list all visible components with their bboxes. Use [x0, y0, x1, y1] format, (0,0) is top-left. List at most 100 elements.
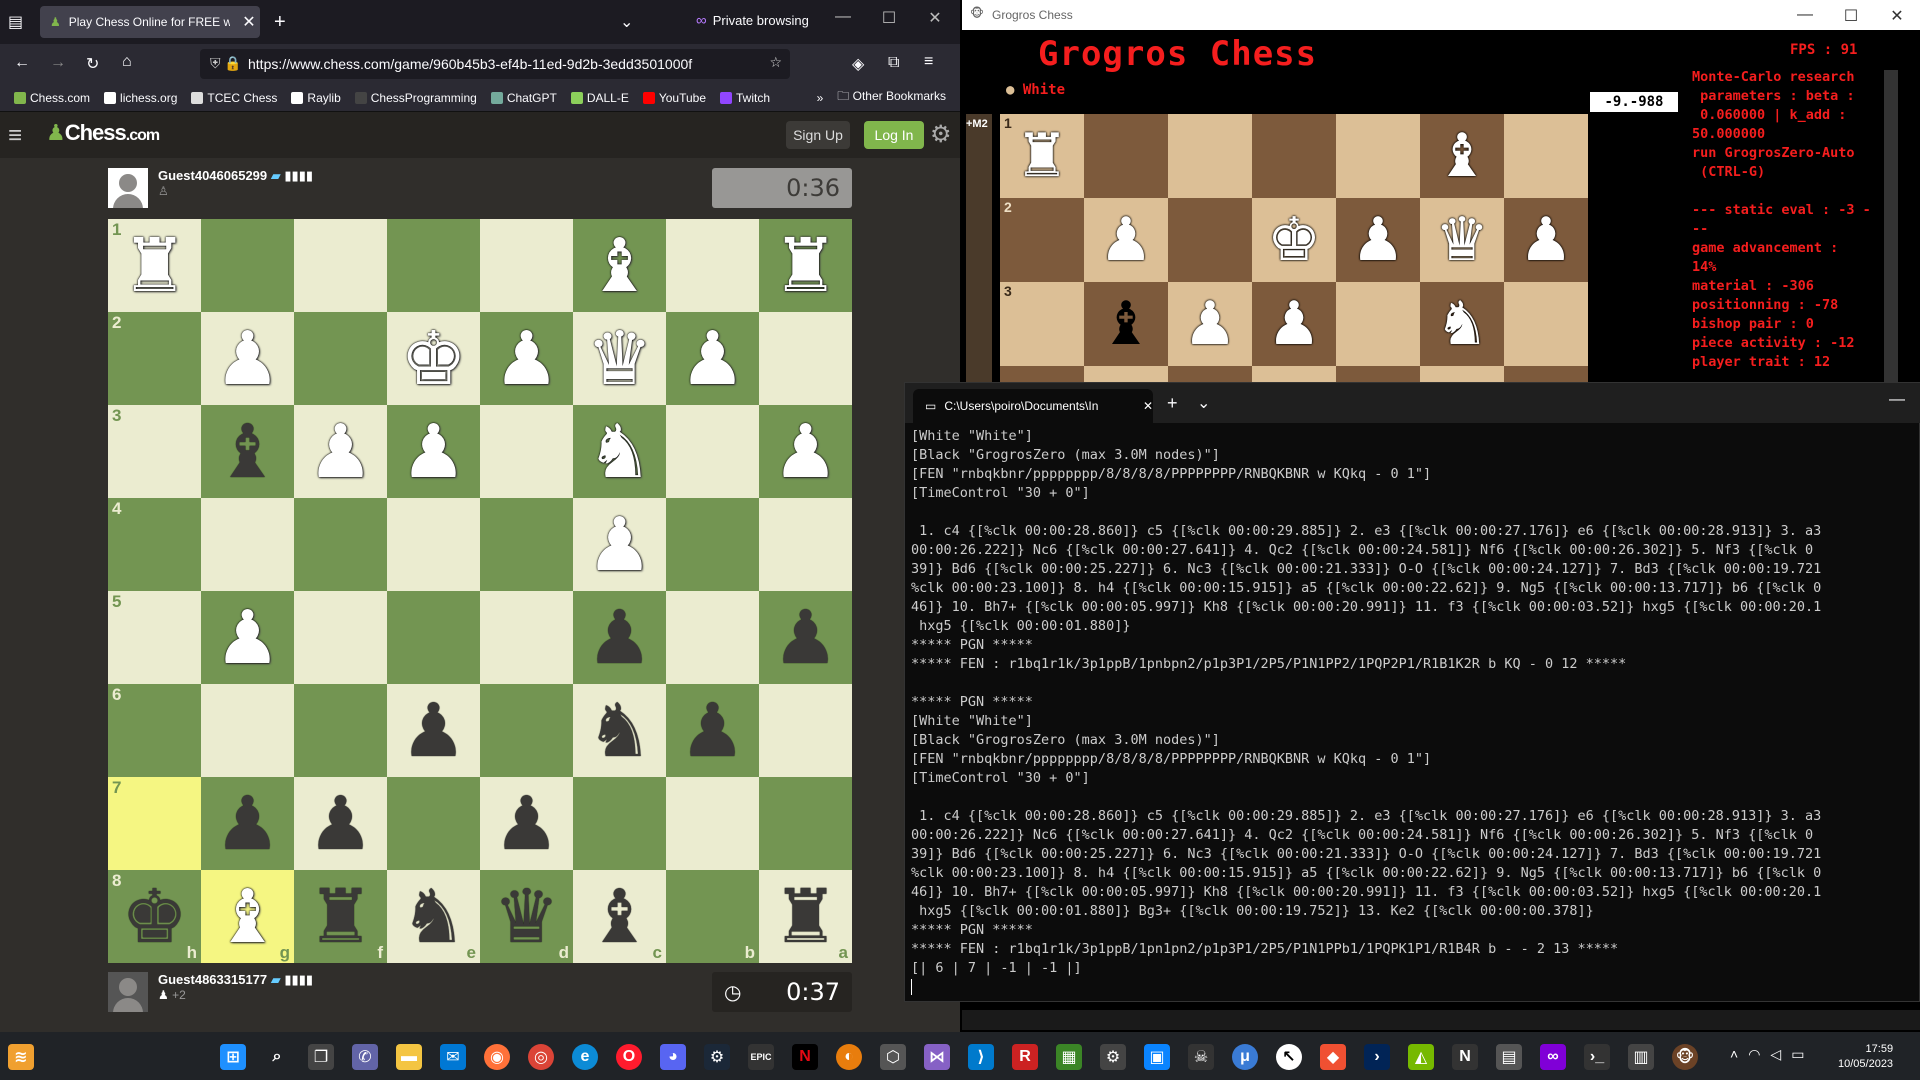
board-square[interactable]: 8 h ♚ — [108, 870, 201, 963]
board-square[interactable]: ♟ — [294, 405, 387, 498]
board-square[interactable] — [480, 591, 573, 684]
tray-chevron-icon[interactable]: ˄ — [1730, 1046, 1738, 1063]
white-piece-icon[interactable]: ♞ — [1435, 294, 1489, 354]
task-manager-icon[interactable]: ▥ — [1628, 1044, 1654, 1070]
grogros-square[interactable]: ♚ — [1252, 198, 1336, 282]
board-square[interactable]: e ♞ — [387, 870, 480, 963]
white-piece-icon[interactable]: ♛ — [586, 321, 652, 396]
edge-icon[interactable]: e — [572, 1044, 598, 1070]
maximize-icon[interactable]: ☐ — [874, 8, 904, 28]
white-piece-icon[interactable]: ♝ — [1435, 126, 1489, 186]
white-piece-icon[interactable]: ♟ — [772, 414, 838, 489]
settings-app-icon[interactable]: ⚙ — [1100, 1044, 1126, 1070]
board-square[interactable]: ♚ — [387, 312, 480, 405]
white-piece-icon[interactable]: ♟ — [586, 507, 652, 582]
private-browsing-icon[interactable]: ∞ — [1540, 1044, 1566, 1070]
white-piece-icon[interactable]: ♟ — [1351, 210, 1405, 270]
white-piece-icon[interactable]: ♟ — [1183, 294, 1237, 354]
mail-icon[interactable]: ✉ — [440, 1044, 466, 1070]
board-square[interactable]: ♟ — [573, 498, 666, 591]
avatar[interactable] — [108, 168, 148, 208]
home-icon[interactable]: ⌂ — [122, 53, 132, 71]
black-piece-icon[interactable]: ♜ — [307, 879, 373, 954]
terminal-output[interactable]: [White "White"] [Black "GrogrosZero (max … — [911, 427, 1919, 997]
board-square[interactable]: ♟ — [201, 777, 294, 870]
black-piece-icon[interactable]: ♝ — [1099, 294, 1153, 354]
board-square[interactable]: b — [666, 870, 759, 963]
unity-icon[interactable]: ⬡ — [880, 1044, 906, 1070]
board-square[interactable] — [294, 498, 387, 591]
system-clock[interactable]: 17:59 10/05/2023 — [1838, 1042, 1893, 1072]
white-piece-icon[interactable]: ♝ — [214, 879, 280, 954]
file-explorer-icon[interactable]: ▬ — [396, 1044, 422, 1070]
board-square[interactable]: f ♜ — [294, 870, 387, 963]
gear-icon[interactable]: ⚙ — [930, 120, 952, 149]
black-piece-icon[interactable]: ♟ — [772, 600, 838, 675]
netflix-icon[interactable]: N — [792, 1044, 818, 1070]
git-icon[interactable]: ◆ — [1320, 1044, 1346, 1070]
discord-icon[interactable]: ◕ — [660, 1044, 686, 1070]
board-square[interactable]: ♟ — [387, 405, 480, 498]
close-tab-icon[interactable]: ✕ — [238, 12, 260, 32]
grogros-square[interactable]: ♝ — [1084, 282, 1168, 366]
chrome-icon[interactable]: ◎ — [528, 1044, 554, 1070]
white-piece-icon[interactable]: ♛ — [1435, 210, 1489, 270]
board-square[interactable]: ♟ — [759, 405, 852, 498]
mu-app-icon[interactable]: μ — [1232, 1044, 1258, 1070]
black-piece-icon[interactable]: ♜ — [772, 879, 838, 954]
board-square[interactable]: ♟ — [480, 777, 573, 870]
pocket-icon[interactable]: ◈ — [852, 54, 864, 74]
visual-studio-icon[interactable]: ⋈ — [924, 1044, 950, 1070]
firefox-icon[interactable]: ◉ — [484, 1044, 510, 1070]
bookmark-star-icon[interactable]: ☆ — [769, 54, 782, 71]
widgets-icon[interactable]: ≋ — [8, 1044, 34, 1070]
maximize-icon[interactable]: ☐ — [1836, 6, 1866, 26]
board-square[interactable] — [387, 498, 480, 591]
board-square[interactable] — [201, 684, 294, 777]
white-piece-icon[interactable]: ♜ — [121, 228, 187, 303]
skull-app-icon[interactable]: ☠ — [1188, 1044, 1214, 1070]
bookmark-lichess-org[interactable]: lichess.org — [104, 91, 177, 105]
white-piece-icon[interactable]: ♜ — [1015, 126, 1069, 186]
bookmark-chessprogramming[interactable]: ChessProgramming — [354, 91, 477, 105]
grogros-square[interactable]: 1 ♜ — [1000, 114, 1084, 198]
task-view-icon[interactable]: ❐ — [308, 1044, 334, 1070]
black-piece-icon[interactable]: ♟ — [493, 786, 559, 861]
black-piece-icon[interactable]: ♛ — [493, 879, 559, 954]
board-square[interactable]: ♞ — [573, 684, 666, 777]
white-piece-icon[interactable]: ♝ — [586, 228, 652, 303]
vscode-icon[interactable]: ⟩ — [968, 1044, 994, 1070]
grogros-square[interactable]: ♝ — [1420, 114, 1504, 198]
other-bookmarks[interactable]: 🗀 Other Bookmarks — [837, 87, 946, 108]
board-square[interactable]: ♟ — [573, 591, 666, 684]
grogros-square[interactable]: ♞ — [1420, 282, 1504, 366]
board-square[interactable] — [294, 684, 387, 777]
board-square[interactable]: ♟ — [666, 312, 759, 405]
opera-icon[interactable]: O — [616, 1044, 642, 1070]
close-tab-icon[interactable]: ✕ — [1143, 399, 1153, 413]
board-square[interactable]: ♟ — [666, 684, 759, 777]
terminal-tab[interactable]: ▭ C:\Users\poiro\Documents\In ✕ — [913, 389, 1153, 423]
log-in-button[interactable]: Log In — [864, 121, 924, 149]
board-square[interactable] — [759, 777, 852, 870]
white-piece-icon[interactable]: ♜ — [772, 228, 838, 303]
board-square[interactable]: 5 — [108, 591, 201, 684]
white-piece-icon[interactable]: ♞ — [586, 414, 652, 489]
board-square[interactable] — [666, 777, 759, 870]
board-square[interactable] — [387, 591, 480, 684]
board-square[interactable]: ♞ — [573, 405, 666, 498]
rider-icon[interactable]: R — [1012, 1044, 1038, 1070]
board-square[interactable]: ♜ — [759, 219, 852, 312]
battery-icon[interactable]: ▭ — [1791, 1046, 1804, 1063]
board-square[interactable] — [294, 591, 387, 684]
extensions-icon[interactable]: ⧉ — [888, 54, 899, 72]
grogros-square[interactable]: ♟ — [1252, 282, 1336, 366]
white-piece-icon[interactable]: ♟ — [1519, 210, 1573, 270]
board-square[interactable]: a ♜ — [759, 870, 852, 963]
scrollbar[interactable] — [1884, 70, 1898, 390]
app-window-icon[interactable]: ▣ — [1144, 1044, 1170, 1070]
board-square[interactable] — [480, 684, 573, 777]
grogros-square[interactable] — [1336, 282, 1420, 366]
steam-icon[interactable]: ⚙ — [704, 1044, 730, 1070]
search-icon[interactable]: ⌕ — [264, 1044, 290, 1070]
